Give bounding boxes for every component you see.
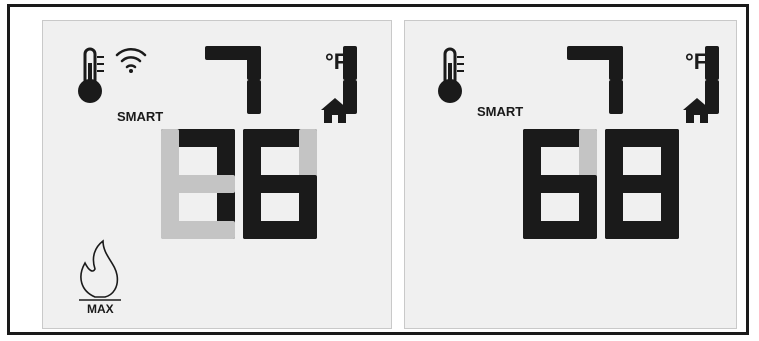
thermostat-display-right: SMART °F <box>404 20 737 329</box>
flame-label: MAX <box>87 302 114 316</box>
segment-c-on <box>705 80 719 114</box>
thermometer-icon <box>78 47 104 103</box>
mode-label: SMART <box>117 109 164 124</box>
flame-icon <box>79 239 121 301</box>
segment-b-on <box>609 46 623 80</box>
thermostat-display-left: SMART °F MAX <box>42 20 392 329</box>
segment-c-on <box>609 80 623 114</box>
segment-c-on <box>343 80 357 114</box>
unit-label: °F <box>325 49 348 74</box>
thermometer-icon <box>438 47 464 103</box>
segment-g-on <box>605 175 679 193</box>
figure-frame: SMART °F MAX SMART °F <box>7 4 749 335</box>
mode-label: SMART <box>477 104 524 119</box>
set-temp-digits <box>523 129 679 239</box>
wifi-icon <box>115 48 147 73</box>
segment-g-ghost <box>161 175 235 193</box>
segment-b-on <box>247 46 261 80</box>
set-temp-digits <box>161 129 317 239</box>
segment-g-on <box>243 175 317 193</box>
segment-c-on <box>247 80 261 114</box>
unit-label: °F <box>685 49 708 74</box>
segment-g-on <box>523 175 597 193</box>
